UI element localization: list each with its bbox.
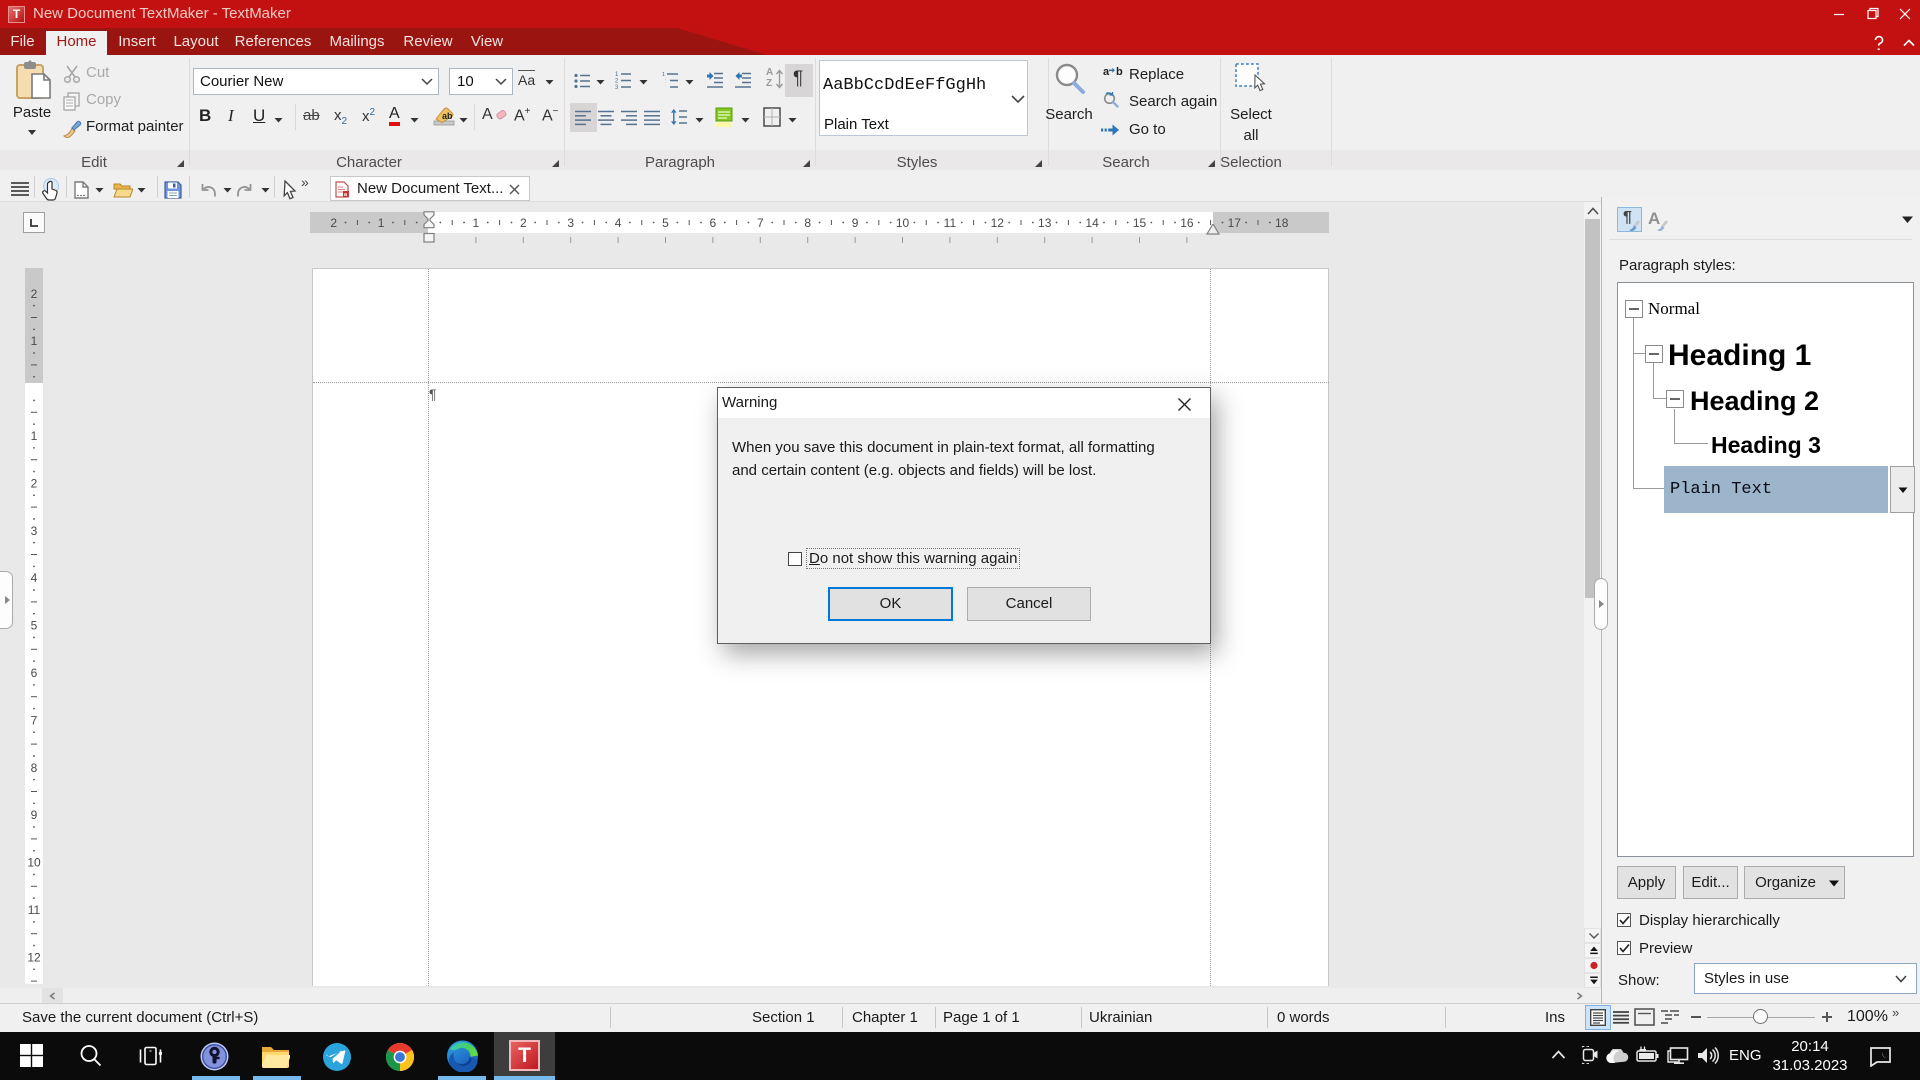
svg-text:13: 13 [1038, 216, 1052, 230]
svg-text:11: 11 [28, 903, 41, 917]
svg-text:2: 2 [31, 287, 38, 301]
svg-text:10: 10 [27, 856, 41, 870]
svg-text:14: 14 [1085, 216, 1099, 230]
svg-text:1: 1 [31, 334, 38, 348]
svg-text:15: 15 [1133, 216, 1147, 230]
svg-text:2: 2 [520, 216, 527, 230]
svg-text:ab: ab [442, 111, 453, 121]
svg-text:1: 1 [31, 429, 38, 443]
svg-text:10: 10 [896, 216, 910, 230]
svg-text:8: 8 [31, 761, 38, 775]
svg-text:12: 12 [991, 216, 1005, 230]
svg-text:17: 17 [1228, 216, 1242, 230]
svg-text:7: 7 [31, 713, 38, 727]
svg-text:3: 3 [615, 85, 619, 90]
svg-text:3: 3 [31, 524, 38, 538]
svg-text:2: 2 [31, 476, 38, 490]
svg-text:12: 12 [27, 950, 41, 964]
svg-text:4: 4 [615, 216, 622, 230]
svg-text:9: 9 [852, 216, 859, 230]
svg-text:5: 5 [662, 216, 669, 230]
svg-text:1: 1 [615, 72, 619, 78]
svg-text:7: 7 [757, 216, 764, 230]
svg-text:2: 2 [615, 79, 619, 85]
svg-text::: : [665, 79, 667, 85]
svg-text:16: 16 [1180, 216, 1194, 230]
svg-text:5: 5 [31, 619, 38, 633]
svg-text:1: 1 [378, 216, 385, 230]
svg-text:2: 2 [330, 216, 337, 230]
svg-text:a: a [1103, 66, 1110, 78]
svg-text:3: 3 [567, 216, 574, 230]
svg-text:11: 11 [944, 216, 957, 230]
svg-text:8: 8 [804, 216, 811, 230]
svg-text:1: 1 [473, 216, 480, 230]
svg-text:18: 18 [1275, 216, 1289, 230]
svg-text:4: 4 [31, 571, 38, 585]
svg-text:1: 1 [662, 72, 665, 78]
svg-text:b: b [1116, 66, 1123, 78]
svg-text:6: 6 [710, 216, 717, 230]
svg-text:9: 9 [31, 808, 38, 822]
svg-text:6: 6 [31, 666, 38, 680]
